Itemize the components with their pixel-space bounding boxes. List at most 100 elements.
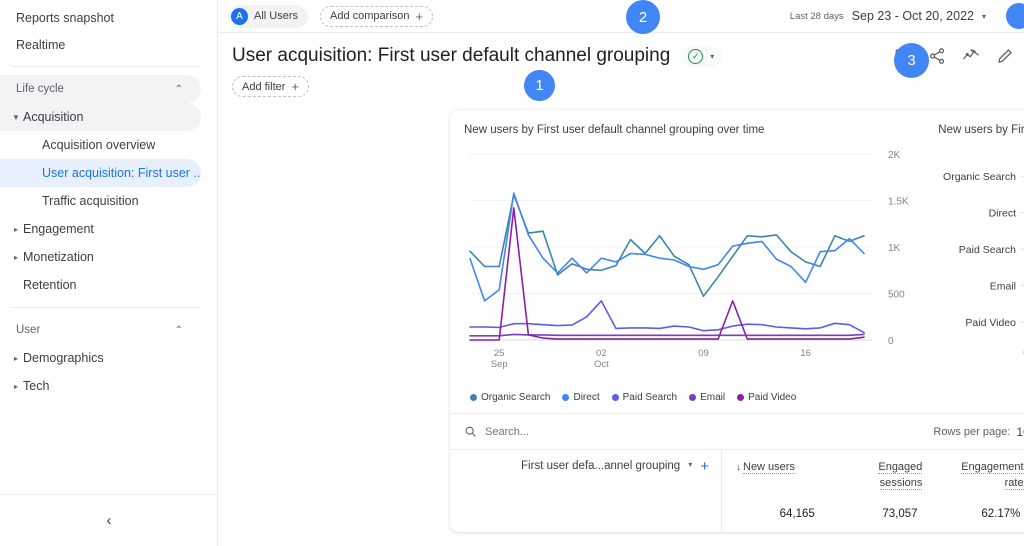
chevron-down-icon[interactable]: ▾ — [688, 460, 692, 469]
sidebar-item-acquisition-overview[interactable]: Acquisition overview — [0, 131, 201, 159]
edit-pencil-icon[interactable] — [996, 47, 1014, 65]
dimension-column-header[interactable]: First user defa...annel grouping ▾ + — [450, 450, 722, 508]
caret-right-icon: ▸ — [13, 224, 18, 234]
totals-cell: 62.17% — [981, 507, 1021, 520]
chevron-down-icon: ▾ — [710, 51, 715, 61]
date-range-picker[interactable]: Last 28 days Sep 23 - Oct 20, 2022 ▾ — [790, 9, 1010, 23]
svg-text:02: 02 — [596, 348, 607, 359]
sidebar-group-label: Tech — [23, 379, 50, 393]
svg-text:Paid Video: Paid Video — [966, 317, 1017, 329]
sidebar-item-realtime[interactable]: Realtime — [0, 31, 201, 58]
legend-item[interactable]: Paid Search — [611, 392, 677, 403]
collapse-sidebar-icon[interactable]: ‹ — [107, 513, 112, 528]
bar-chart-title: New users by First user default channel … — [938, 124, 1024, 136]
sidebar-item-reports-snapshot[interactable]: Reports snapshot — [0, 4, 201, 31]
legend-dot-icon — [611, 394, 619, 401]
totals-cell: 64,165 — [779, 507, 815, 520]
sidebar-section-life-cycle[interactable]: Life cycle ⌃ — [0, 75, 201, 103]
add-comparison-label: Add comparison — [330, 10, 410, 22]
charts-row: New users by First user default channel … — [450, 124, 1024, 403]
audience-chip-all-users[interactable]: A All Users — [228, 4, 309, 28]
legend-item[interactable]: Paid Video — [737, 392, 796, 403]
caret-down-icon: ▼ — [12, 112, 20, 122]
add-comparison-button[interactable]: Add comparison + — [320, 5, 434, 27]
chevron-down-icon: ▾ — [981, 11, 986, 21]
bar-chart-block: New users by First user default channel … — [938, 124, 1024, 403]
rows-per-page-value: 10 — [1016, 424, 1024, 439]
sidebar-group-acquisition[interactable]: ▼ Acquisition — [0, 103, 201, 131]
add-filter-label: Add filter — [242, 80, 286, 93]
legend-label: Direct — [573, 392, 600, 403]
filter-row: Add filter + — [232, 76, 1010, 97]
sidebar-group-monetization[interactable]: ▸ Monetization — [0, 243, 201, 271]
check-circle-icon: ✓ — [688, 48, 704, 64]
sidebar-section-user[interactable]: User ⌃ — [0, 316, 201, 344]
legend-item[interactable]: Direct — [562, 392, 600, 403]
legend-item[interactable]: Organic Search — [470, 392, 550, 403]
date-range-label: Sep 23 - Oct 20, 2022 — [851, 9, 974, 23]
legend-dot-icon — [737, 394, 745, 401]
sidebar-group-label: Demographics — [23, 351, 104, 365]
sidebar-section-label: User — [16, 324, 41, 336]
sidebar-group-engagement[interactable]: ▸ Engagement — [0, 215, 201, 243]
sidebar-section-label: Life cycle — [16, 83, 64, 95]
share-icon[interactable] — [928, 47, 946, 65]
chevron-up-icon: ⌃ — [174, 83, 183, 95]
main-content: A All Users Add comparison + Last 28 day… — [218, 0, 1024, 546]
sidebar-item-user-acquisition[interactable]: User acquisition: First user ... — [0, 159, 201, 187]
bar-chart-plot[interactable]: Organic Search Direct Paid Search Email Paid… — [938, 144, 1024, 384]
sidebar-item-label: Realtime — [16, 37, 66, 52]
user-avatar[interactable] — [1006, 3, 1024, 29]
sidebar-footer: ‹ — [0, 494, 218, 546]
report-table: First user defa...annel grouping ▾ + ↓ Ne… — [450, 449, 1024, 508]
plus-icon: + — [291, 79, 300, 94]
svg-text:Oct: Oct — [594, 359, 609, 370]
sidebar-item-traffic-acquisition[interactable]: Traffic acquisition — [0, 187, 201, 215]
sidebar-group-label: Monetization — [23, 250, 94, 264]
line-chart-block: New users by First user default channel … — [464, 124, 930, 403]
sidebar-item-retention[interactable]: Retention — [0, 271, 201, 299]
column-header[interactable]: Engagement rate — [932, 450, 1024, 508]
legend-dot-icon — [562, 394, 570, 401]
line-chart-legend: Organic Search Direct Paid Search Email Paid… — [470, 392, 930, 403]
sidebar: Reports snapshot Realtime Life cycle ⌃ ▼… — [0, 0, 218, 546]
svg-text:Direct: Direct — [989, 208, 1017, 220]
audience-avatar-icon: A — [231, 7, 248, 25]
date-preset-label: Last 28 days — [789, 10, 844, 22]
audience-chip-label: All Users — [254, 10, 299, 22]
sidebar-group-demographics[interactable]: ▸ Demographics — [0, 344, 201, 372]
svg-text:2K: 2K — [888, 150, 901, 161]
svg-text:1.5K: 1.5K — [888, 197, 909, 208]
sidebar-group-tech[interactable]: ▸ Tech — [0, 372, 201, 400]
add-dimension-icon[interactable]: + — [700, 459, 709, 473]
table-controls: Rows per page: 10 ▾ Go to: ‹ 1-10 of 13 … — [450, 413, 1024, 449]
svg-text:1K: 1K — [888, 243, 901, 254]
search-box[interactable] — [464, 425, 915, 438]
line-chart-svg: 0 500 1K 1.5K 2K 25Sep 02Oct 09 16 — [469, 150, 909, 370]
column-header[interactable]: ↓ New users — [722, 450, 831, 508]
column-header-label: Engaged — [878, 461, 923, 474]
compare-trend-icon[interactable] — [962, 47, 980, 65]
legend-dot-icon — [470, 394, 477, 401]
rows-per-page-control[interactable]: Rows per page: 10 ▾ — [933, 425, 1024, 439]
search-input[interactable] — [485, 425, 645, 438]
column-header-label: sessions — [879, 476, 923, 490]
sidebar-divider-1 — [12, 66, 201, 67]
sort-arrow-icon: ↓ — [736, 462, 741, 473]
legend-label: Paid Video — [748, 392, 797, 403]
add-filter-button[interactable]: Add filter + — [232, 76, 310, 97]
svg-text:Sep: Sep — [491, 359, 508, 370]
report-card: New users by First user default channel … — [450, 110, 1024, 532]
report-status-chip[interactable]: ✓ ▾ — [680, 45, 723, 67]
table-totals-row: 64,16573,05762.17%0.982m 45s — [450, 507, 1024, 532]
svg-text:Email: Email — [990, 280, 1016, 292]
column-header-label: New users — [743, 461, 795, 474]
legend-item[interactable]: Email — [689, 392, 725, 403]
line-chart-plot[interactable]: 0 500 1K 1.5K 2K 25 Sep 02 Oct 09 16 — [464, 144, 930, 384]
sidebar-group-label: Acquisition — [23, 110, 84, 124]
sidebar-item-label: Retention — [23, 278, 77, 292]
totals-dimension-cell — [450, 507, 722, 532]
svg-text:16: 16 — [800, 348, 811, 359]
column-header[interactable]: Engaged sessions — [831, 450, 932, 508]
svg-text:0: 0 — [888, 336, 894, 347]
